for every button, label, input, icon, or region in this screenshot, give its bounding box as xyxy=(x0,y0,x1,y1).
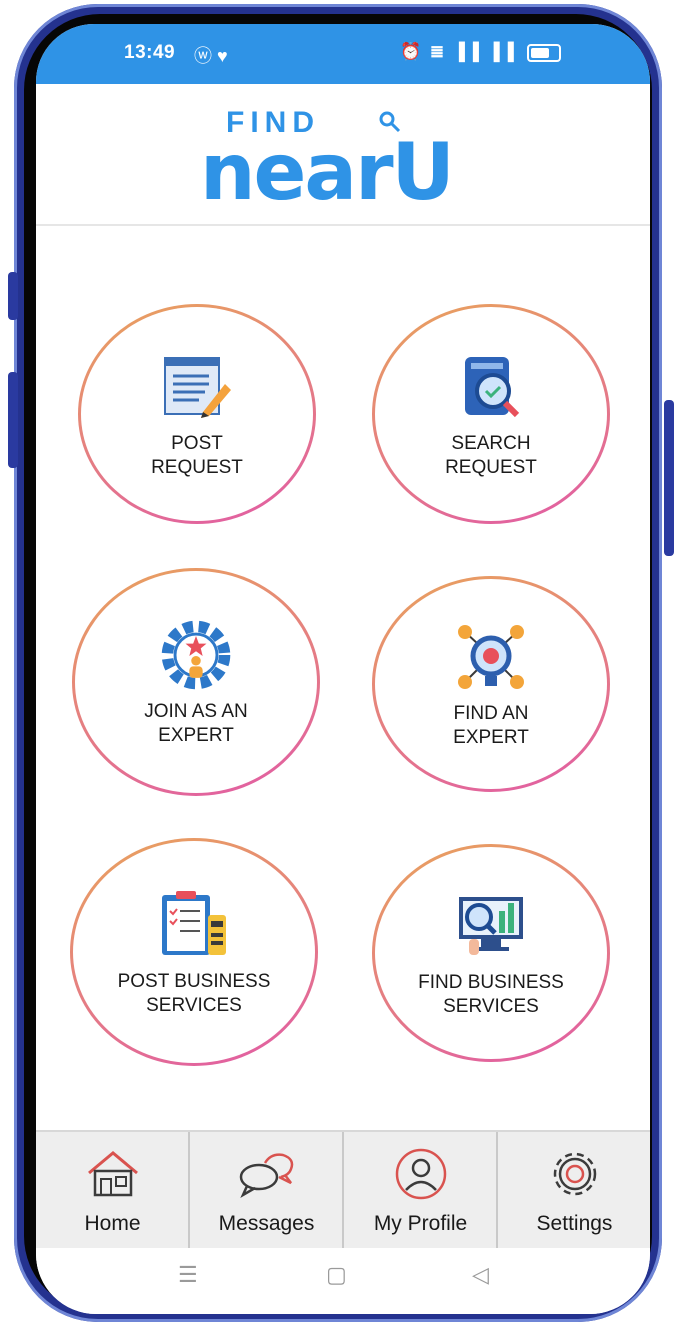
home-nav-button[interactable]: ▢ xyxy=(326,1262,347,1288)
post-business-icon xyxy=(154,886,234,964)
notification-icons: ⓦ ♥ xyxy=(194,46,228,66)
tile-label-line: JOIN AS AN xyxy=(144,701,248,722)
logo-near-text: nearU xyxy=(200,128,455,218)
tile-label-line: SEARCH xyxy=(451,433,531,454)
tab-messages-label: Messages xyxy=(218,1212,315,1235)
back-nav-button[interactable]: ◁ xyxy=(472,1262,489,1288)
post-business-services-label: POST BUSINESS SERVICES xyxy=(118,970,271,1018)
post-request-button[interactable]: POST REQUEST xyxy=(78,304,316,524)
volume-down-button xyxy=(8,372,18,468)
find-expert-button[interactable]: FIND AN EXPERT xyxy=(372,576,610,792)
tile-label-line: FIND AN xyxy=(453,703,529,724)
find-expert-label: FIND AN EXPERT xyxy=(453,702,529,750)
tile-label-line: POST xyxy=(171,433,223,454)
post-request-label: POST REQUEST xyxy=(151,432,243,480)
settings-icon xyxy=(545,1144,605,1204)
post-business-services-button[interactable]: POST BUSINESS SERVICES xyxy=(70,838,318,1066)
find-business-services-button[interactable]: FIND BUSINESS SERVICES xyxy=(372,844,610,1062)
tile-label-line: EXPERT xyxy=(453,727,529,748)
tab-home[interactable]: Home xyxy=(36,1132,189,1250)
system-nav-bar: ☰ ▢ ◁ xyxy=(36,1248,650,1314)
battery-icon xyxy=(526,43,561,62)
tab-settings-label: Settings xyxy=(536,1212,613,1235)
tab-messages[interactable]: Messages xyxy=(190,1132,343,1250)
signal-icons: ⏰ ≣ ▐▐ ▐▐ xyxy=(400,42,516,61)
find-business-services-label: FIND BUSINESS SERVICES xyxy=(418,971,564,1019)
search-request-button[interactable]: SEARCH REQUEST xyxy=(372,304,610,524)
find-expert-icon xyxy=(451,618,531,696)
tile-label-line: EXPERT xyxy=(158,725,234,746)
post-request-icon xyxy=(157,348,237,426)
tile-label-line: FIND BUSINESS xyxy=(418,972,564,993)
search-request-icon xyxy=(451,348,531,426)
tile-label-line: SERVICES xyxy=(146,995,242,1016)
tile-label-line: REQUEST xyxy=(151,457,243,478)
tile-label-line: POST BUSINESS xyxy=(117,971,271,992)
join-expert-icon xyxy=(156,616,236,694)
tile-label-line: REQUEST xyxy=(445,457,537,478)
status-bar: 13:49 ⓦ ♥ ⏰ ≣ ▐▐ ▐▐ xyxy=(36,24,650,84)
tab-my-profile-label: My Profile xyxy=(373,1212,468,1235)
system-icons: ⏰ ≣ ▐▐ ▐▐ xyxy=(400,42,561,62)
find-business-icon xyxy=(451,887,531,965)
bottom-tab-bar: Home Messages My Profile Settings xyxy=(36,1130,650,1250)
header-divider xyxy=(36,224,650,226)
app-screen: 13:49 ⓦ ♥ ⏰ ≣ ▐▐ ▐▐ FIND nearU POST REQU… xyxy=(36,24,650,1314)
tab-settings[interactable]: Settings xyxy=(498,1132,650,1250)
home-icon xyxy=(83,1144,143,1204)
status-time: 13:49 xyxy=(124,42,176,63)
tab-my-profile[interactable]: My Profile xyxy=(344,1132,497,1250)
messages-icon xyxy=(237,1144,297,1204)
tab-home-label: Home xyxy=(84,1212,141,1235)
join-as-expert-button[interactable]: JOIN AS AN EXPERT xyxy=(72,568,320,796)
power-button xyxy=(664,400,674,556)
volume-up-button xyxy=(8,272,18,320)
app-logo: FIND nearU xyxy=(36,84,650,224)
search-request-label: SEARCH REQUEST xyxy=(445,432,537,480)
profile-icon xyxy=(391,1144,451,1204)
recent-apps-button[interactable]: ☰ xyxy=(178,1262,198,1288)
tile-label-line: SERVICES xyxy=(443,996,539,1017)
join-as-expert-label: JOIN AS AN EXPERT xyxy=(144,700,247,748)
